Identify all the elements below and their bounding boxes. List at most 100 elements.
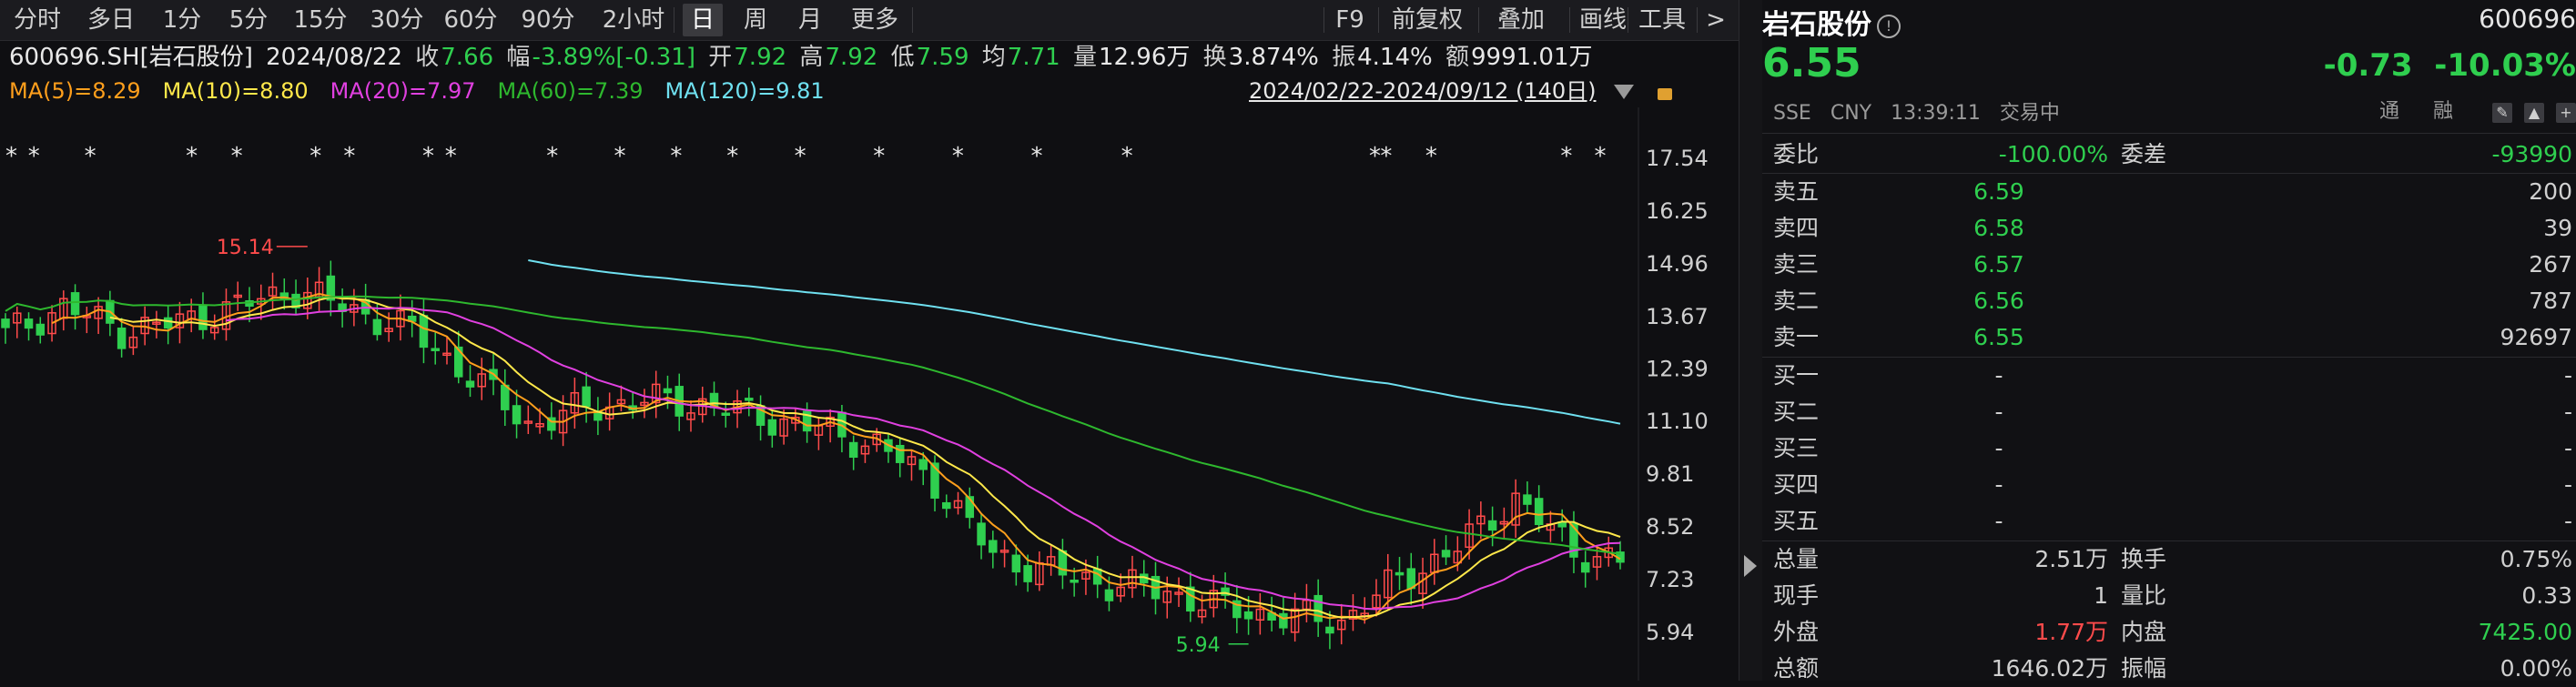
level-price: - — [1994, 362, 2003, 389]
event-marker-icon: * — [1595, 143, 1607, 170]
event-marker-icon: * — [1369, 143, 1381, 170]
toolbar-tool[interactable]: 工具 — [1635, 4, 1689, 36]
period-tab[interactable]: 5分 — [222, 4, 275, 36]
y-tick-label: 16.25 — [1646, 198, 1709, 224]
lock-icon[interactable] — [1657, 87, 1672, 100]
pin-icon[interactable]: ▲ — [2524, 103, 2544, 123]
ask-row[interactable]: 卖三 6.57 267 — [1762, 247, 2576, 283]
y-tick-label: 13.67 — [1646, 304, 1709, 329]
stat-row: 外盘 1.77万 内盘 7425.00 — [1762, 614, 2576, 651]
event-marker-icon: * — [5, 143, 17, 170]
period-tab[interactable]: 周 — [735, 4, 776, 36]
amount-value: 9991.01万 — [1470, 44, 1593, 71]
ma-line — [528, 259, 1621, 425]
ask-row[interactable]: 卖二 6.56 787 — [1762, 283, 2576, 319]
add-icon[interactable]: + — [2556, 103, 2576, 123]
amp-label: 幅 — [506, 44, 531, 71]
stat-label: 换手 — [2121, 546, 2167, 572]
ma-legend-item[interactable]: MA(5)=8.29 — [9, 78, 141, 104]
period-tab[interactable]: 日 — [683, 4, 723, 36]
toolbar-tool[interactable]: F9 — [1331, 4, 1369, 36]
event-marker-icon: * — [726, 143, 738, 170]
stock-code: 600696 — [2479, 4, 2576, 34]
ma-legend-item[interactable]: MA(120)=9.81 — [664, 78, 824, 104]
stat-row: 总额 1646.02万 振幅 0.00% — [1762, 651, 2576, 687]
collapse-arrow-icon[interactable] — [1744, 555, 1757, 577]
order-ratio-label: 委比 — [1773, 141, 1820, 167]
y-tick-label: 9.81 — [1646, 461, 1694, 487]
high-label: 高 — [799, 44, 824, 71]
period-tab[interactable]: 90分 — [513, 4, 583, 36]
high-value: 7.92 — [825, 44, 878, 71]
stat-value: 0.75% — [2500, 546, 2572, 572]
ma-legend-item[interactable]: MA(60)=7.39 — [498, 78, 644, 104]
period-tab[interactable]: 2小时 — [599, 4, 668, 36]
period-tab[interactable]: 30分 — [366, 4, 428, 36]
candle-body — [117, 327, 127, 349]
edit-icon[interactable]: ✎ — [2492, 103, 2512, 123]
toolbar-tool[interactable]: 画线 — [1577, 4, 1629, 36]
candle-body — [1023, 565, 1032, 582]
swing-label: 振 — [1332, 44, 1356, 71]
exchange-label: SSE — [1773, 102, 1811, 125]
candle-body — [512, 405, 522, 425]
candle-body — [70, 292, 80, 316]
ask-row[interactable]: 卖五 6.59 200 — [1762, 174, 2576, 210]
candle-body — [977, 522, 986, 546]
panel-divider[interactable] — [1739, 0, 1764, 681]
ask-row[interactable]: 卖一 6.55 92697 — [1762, 319, 2576, 356]
bid-row[interactable]: 买二 - - — [1762, 394, 2576, 430]
period-tab[interactable]: 多日 — [80, 4, 142, 36]
ma-legend-item[interactable]: MA(10)=8.80 — [163, 78, 309, 104]
divider-line — [1762, 133, 2576, 134]
period-tab[interactable]: 1分 — [157, 4, 208, 36]
event-marker-icon: * — [85, 143, 96, 170]
candle-body — [419, 315, 429, 349]
level-label: 买二 — [1773, 399, 1820, 425]
turn-label: 换 — [1202, 44, 1227, 71]
event-marker-icon: * — [1121, 143, 1133, 170]
y-tick-label: 14.96 — [1646, 251, 1709, 277]
period-toolbar: 分时 多日 1分 5分 15分 30分 60分 90分 2小时日周月更多 F9 前复权 叠加 画线 工具 > — [0, 0, 1739, 41]
toolbar-tool[interactable]: 叠加 — [1486, 4, 1557, 36]
event-marker-icon: * — [343, 143, 355, 170]
toolbar-separator — [1569, 7, 1570, 33]
bid-row[interactable]: 买三 - - — [1762, 430, 2576, 467]
bid-row[interactable]: 买四 - - — [1762, 467, 2576, 503]
date-range[interactable]: 2024/02/22-2024/09/12 (140日) — [1249, 76, 1672, 106]
level-label: 买一 — [1773, 362, 1820, 389]
candle-body — [1, 318, 10, 328]
level-label: 卖一 — [1773, 324, 1820, 350]
ask-row[interactable]: 卖四 6.58 39 — [1762, 210, 2576, 247]
event-marker-icon: * — [1031, 143, 1043, 170]
quote-panel: 岩石股份! 600696 6.55 -0.73 -10.03% SSE CNY … — [1762, 0, 2576, 682]
period-tab[interactable]: 60分 — [442, 4, 499, 36]
candle-body — [1104, 589, 1114, 601]
candle-body — [1279, 612, 1288, 629]
period-tab[interactable]: 更多 — [843, 4, 907, 36]
chevron-down-icon[interactable] — [1614, 85, 1635, 99]
vol-label: 量 — [1072, 44, 1097, 71]
date-range-label[interactable]: 2024/02/22-2024/09/12 (140日) — [1249, 78, 1596, 104]
period-tab[interactable]: 15分 — [289, 4, 351, 36]
level-price: 6.57 — [1973, 251, 2024, 278]
toolbar-tool[interactable]: > — [1704, 4, 1728, 36]
event-marker-icon: * — [422, 143, 434, 170]
bid-row[interactable]: 买五 - - — [1762, 503, 2576, 540]
toolbar-tool[interactable]: 前复权 — [1385, 4, 1469, 36]
close-value: 7.66 — [441, 44, 494, 71]
period-tab[interactable]: 月 — [790, 4, 830, 36]
candle-body — [1523, 494, 1532, 505]
y-tick-label: 8.52 — [1646, 514, 1694, 540]
change-pct-value: -3.89%[-0.31] — [532, 44, 695, 71]
volume-value: 12.96万 — [1098, 44, 1191, 71]
bid-row[interactable]: 买一 - - — [1762, 358, 2576, 394]
level-label: 买三 — [1773, 435, 1820, 461]
kline-chart[interactable]: 17.54 16.25 14.96 13.67 12.39 11.10 9.81 8.52 7.… — [0, 107, 1739, 681]
level-label: 卖五 — [1773, 178, 1820, 205]
ma-legend-item[interactable]: MA(20)=7.97 — [330, 78, 476, 104]
info-icon[interactable]: ! — [1877, 14, 1901, 38]
level-volume: - — [2563, 435, 2572, 461]
level-label: 卖二 — [1773, 288, 1820, 314]
period-tab[interactable]: 分时 — [7, 4, 67, 36]
